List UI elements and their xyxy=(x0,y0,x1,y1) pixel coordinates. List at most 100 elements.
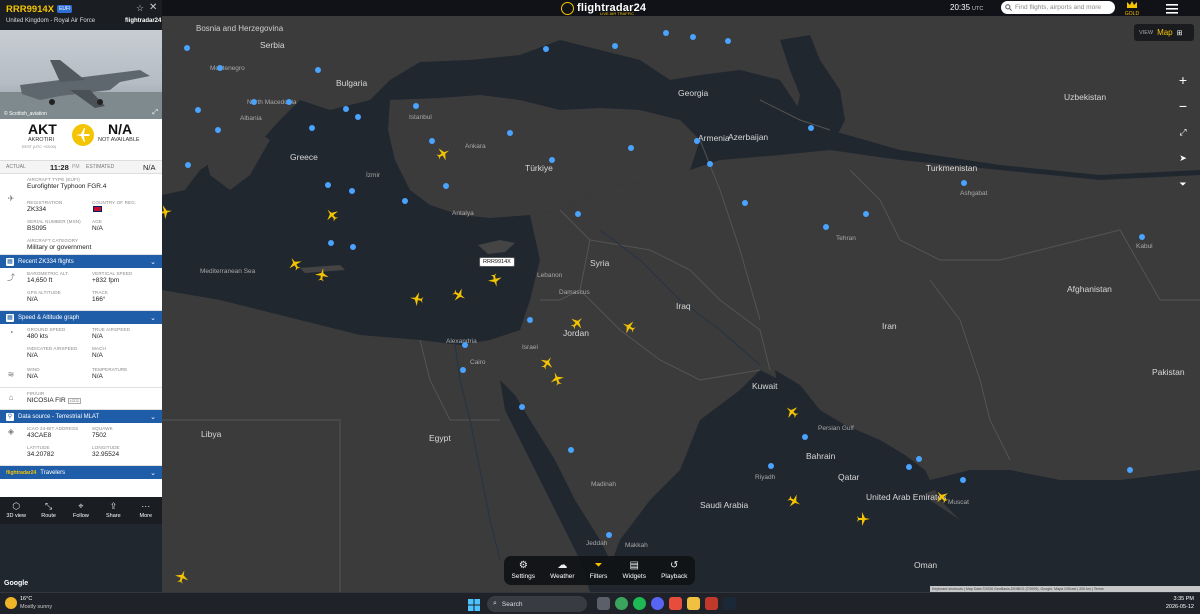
selected-flight-tag[interactable]: RRR9914X xyxy=(479,257,515,267)
map-label-alexandria: Alexandria xyxy=(446,338,477,345)
fir-value: NICOSIA FIR xyxy=(27,397,66,404)
more-button[interactable]: ⋯ More xyxy=(131,501,161,520)
route-button[interactable]: ⤡ Route xyxy=(34,501,64,520)
gps-label: GPS ALTITUDE xyxy=(27,290,61,295)
map-label-libya: Libya xyxy=(201,429,222,439)
origin-timezone: EEST (UTC +03:00) xyxy=(22,145,57,149)
weather-button[interactable]: ☁ Weather xyxy=(550,561,574,581)
more-icon: ⋯ xyxy=(141,501,151,511)
aircraft-marker[interactable] xyxy=(314,267,330,283)
zoom-out-button[interactable]: − xyxy=(1175,98,1191,114)
fullscreen-icon[interactable]: ⤢ xyxy=(1175,124,1191,140)
search-box[interactable] xyxy=(1001,1,1115,14)
filters-button[interactable]: ⏷ Filters xyxy=(590,560,608,581)
star-icon[interactable]: ☆ xyxy=(136,3,144,14)
map-basemap xyxy=(0,0,1200,592)
fr24-mini-logo: flightradar24 xyxy=(125,18,162,24)
aircraft-marker[interactable] xyxy=(409,291,425,307)
msn-value: BS095 xyxy=(27,225,47,232)
taskbar-date[interactable]: 2026-05-12 xyxy=(1160,604,1194,610)
map-label-georgia: Georgia xyxy=(678,88,709,98)
3d-view-label: 3D view xyxy=(6,513,26,519)
photo-credit: © Scottish_aviation xyxy=(4,111,47,117)
lat-value: 34.20782 xyxy=(27,451,55,458)
origin-code: AKT xyxy=(28,121,57,137)
data-source-bar[interactable]: ⚲ Data source - Terrestrial MLAT ⌄ xyxy=(0,410,162,423)
share-button[interactable]: ⇪ Share xyxy=(98,502,128,520)
filter-icon: ⏷ xyxy=(594,560,603,571)
map-label-muscat: Muscat xyxy=(948,499,969,506)
map-label-med-sea: Mediterranean Sea xyxy=(200,268,256,275)
aircraft-info[interactable]: ✈ AIRCRAFT TYPE (EUFI) Eurofighter Typhoo… xyxy=(0,174,162,255)
gold-subscription-button[interactable]: GOLD xyxy=(1117,0,1147,17)
crown-icon xyxy=(1127,1,1137,8)
menu-icon[interactable] xyxy=(1165,2,1179,14)
map-label-egypt: Egypt xyxy=(429,433,451,443)
squawk-label: SQUAWK xyxy=(92,426,113,431)
travelers-bar[interactable]: flightradar24 Travelers ⌄ xyxy=(0,466,162,479)
category-label: AIRCRAFT CATEGORY xyxy=(27,238,79,243)
chevron-down-icon: ⌄ xyxy=(150,413,156,421)
follow-button[interactable]: ⌖ Follow xyxy=(66,502,96,520)
steam-icon[interactable] xyxy=(723,597,736,610)
playback-button[interactable]: ↺ Playback xyxy=(661,561,687,581)
windows-start-icon[interactable] xyxy=(468,598,480,611)
app-icon[interactable] xyxy=(705,597,718,610)
expand-icon[interactable]: ⤢ xyxy=(152,109,158,117)
map-label-turkiye: Türkiye xyxy=(525,163,553,173)
baro-label: BAROMETRIC ALT. xyxy=(27,271,69,276)
weather-temp[interactable]: 16°C xyxy=(20,596,32,602)
uk-flag-icon xyxy=(93,206,102,213)
zoom-in-button[interactable]: + xyxy=(1175,72,1191,88)
track-label: TRACK xyxy=(92,290,109,295)
chrome-icon[interactable] xyxy=(615,597,628,610)
type-label: AIRCRAFT TYPE (EUFI) xyxy=(27,177,80,182)
filter-icon[interactable]: ⏷ xyxy=(1175,176,1191,192)
sun-icon[interactable] xyxy=(5,597,17,609)
app-icon[interactable] xyxy=(669,597,682,610)
mach-label: MACH xyxy=(92,346,106,351)
recent-flights-bar[interactable]: ▦ Recent ZK334 flights ⌄ xyxy=(0,255,162,268)
settings-button[interactable]: ⚙ Settings xyxy=(512,561,536,581)
map-canvas[interactable]: Bosnia and Herzegovina Serbia Montenegro… xyxy=(0,0,1200,592)
map-label-uzbekistan: Uzbekistan xyxy=(1064,92,1107,102)
registration-label: REGISTRATION xyxy=(27,200,63,205)
travelers-brand: flightradar24 xyxy=(6,469,37,476)
aircraft-photo[interactable]: © Scottish_aviation ⤢ xyxy=(0,30,162,119)
map-label-iraq: Iraq xyxy=(676,301,691,311)
map-label-damascus: Damascus xyxy=(559,289,590,296)
map-label-tehran: Tehran xyxy=(836,235,856,242)
temp-value: N/A xyxy=(92,373,103,380)
route-icon: ⤡ xyxy=(44,501,53,511)
speed-altitude-graph-bar[interactable]: ▦ Speed & Altitude graph ⌄ xyxy=(0,311,162,324)
close-icon[interactable]: ✕ xyxy=(149,2,157,13)
map-label-serbia: Serbia xyxy=(260,40,285,50)
grid-icon: ⊞ xyxy=(1176,29,1183,37)
aircraft-marker[interactable] xyxy=(856,512,870,526)
taskbar-search[interactable]: ⌕ Search xyxy=(487,596,587,612)
country-label: COUNTRY OF REG. xyxy=(92,200,137,205)
spotify-icon[interactable] xyxy=(633,597,646,610)
route-summary[interactable]: AKT AKROTIRI EEST (UTC +03:00) N/A NOT A… xyxy=(0,119,162,161)
widgets-button[interactable]: ▤ Widgets xyxy=(622,561,645,581)
tas-label: TRUE AIRSPEED xyxy=(92,327,131,332)
map-label-pakistan: Pakistan xyxy=(1152,367,1185,377)
flightradar-app: Bosnia and Herzegovina Serbia Montenegro… xyxy=(0,0,1200,614)
age-value: N/A xyxy=(92,225,103,232)
map-label-riyadh: Riyadh xyxy=(755,474,776,481)
map-label-jeddah: Jeddah xyxy=(586,540,608,547)
map-tools: + − ⤢ ➤ ⏷ xyxy=(1173,72,1193,192)
discord-icon[interactable] xyxy=(651,597,664,610)
locate-icon[interactable]: ➤ xyxy=(1175,150,1191,166)
map-label-saudi: Saudi Arabia xyxy=(700,500,749,510)
search-input[interactable] xyxy=(1015,4,1115,11)
map-label-iran: Iran xyxy=(882,321,897,331)
weather-desc[interactable]: Mostly sunny xyxy=(20,604,52,610)
map-view-selector[interactable]: VIEW Map ⊞ xyxy=(1134,24,1194,41)
task-view-icon[interactable] xyxy=(597,597,610,610)
3d-view-button[interactable]: ⬡ 3D view xyxy=(1,502,31,520)
view-value: Map xyxy=(1157,28,1173,37)
file-explorer-icon[interactable] xyxy=(687,597,700,610)
taskbar-time[interactable]: 3:35 PM xyxy=(1164,596,1194,602)
aircraft-photo-image xyxy=(0,60,162,119)
